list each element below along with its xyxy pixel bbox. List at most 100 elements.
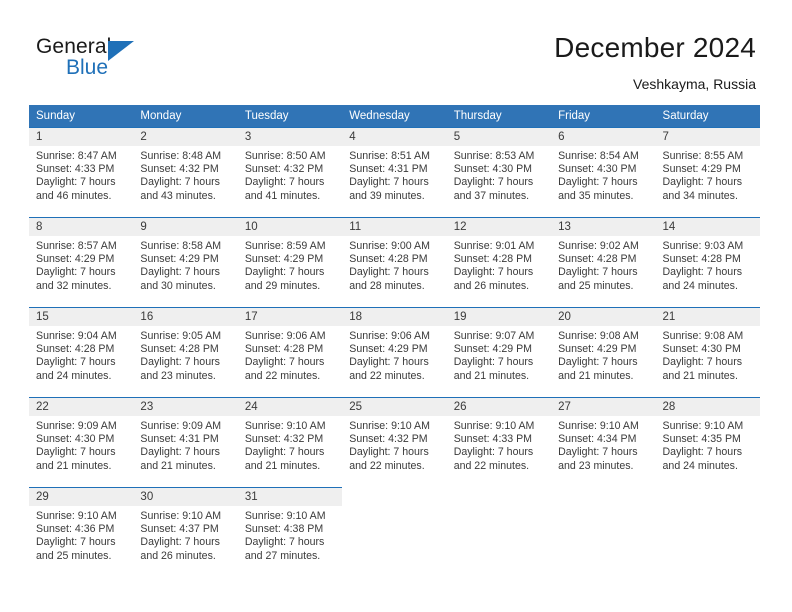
sunset-text: Sunset: 4:33 PM bbox=[36, 163, 115, 176]
calendar-day[interactable]: 21 Sunrise: 9:08 AM Sunset: 4:30 PM Dayligh… bbox=[655, 307, 760, 397]
daylight-text-line2: and 24 minutes. bbox=[662, 459, 738, 472]
sunrise-text: Sunrise: 8:53 AM bbox=[453, 150, 535, 162]
sunset-text: Sunset: 4:34 PM bbox=[558, 433, 637, 446]
calendar-day[interactable]: 24 Sunrise: 9:10 AM Sunset: 4:32 PM Dayligh… bbox=[237, 397, 343, 487]
day-number: 12 bbox=[446, 218, 552, 236]
calendar-day[interactable]: 14 Sunrise: 9:03 AM Sunset: 4:28 PM Dayligh… bbox=[655, 217, 760, 307]
daylight-text-line1: Daylight: 7 hours bbox=[453, 176, 534, 189]
sunset-text: Sunset: 4:29 PM bbox=[36, 253, 115, 266]
calendar-week-row: 22 Sunrise: 9:09 AM Sunset: 4:30 PM Dayligh… bbox=[29, 397, 760, 487]
calendar-day[interactable]: 28 Sunrise: 9:10 AM Sunset: 4:35 PM Dayligh… bbox=[655, 397, 760, 487]
calendar-cell: 17 Sunrise: 9:06 AM Sunset: 4:28 PM Dayligh… bbox=[237, 307, 343, 397]
calendar-day[interactable]: 15 Sunrise: 9:04 AM Sunset: 4:28 PM Dayligh… bbox=[29, 307, 134, 397]
weekday-header-sunday: Sunday bbox=[29, 105, 134, 127]
sunrise-text: Sunrise: 8:54 AM bbox=[558, 150, 639, 162]
calendar-day[interactable]: 8 Sunrise: 8:57 AM Sunset: 4:29 PM Daylight… bbox=[29, 217, 134, 307]
daylight-text-line2: and 26 minutes. bbox=[140, 549, 216, 562]
calendar-cell: 8 Sunrise: 8:57 AM Sunset: 4:29 PM Daylight… bbox=[29, 217, 134, 307]
calendar-day[interactable]: 25 Sunrise: 9:10 AM Sunset: 4:32 PM Dayligh… bbox=[342, 397, 447, 487]
sunrise-text: Sunrise: 8:48 AM bbox=[140, 150, 222, 162]
calendar-day[interactable]: 23 Sunrise: 9:09 AM Sunset: 4:31 PM Dayligh… bbox=[133, 397, 238, 487]
calendar-day[interactable]: 7 Sunrise: 8:55 AM Sunset: 4:29 PM Daylight… bbox=[655, 127, 760, 217]
daylight-text-line1: Daylight: 7 hours bbox=[244, 356, 325, 369]
sunset-text: Sunset: 4:33 PM bbox=[453, 433, 533, 446]
calendar-day[interactable]: 3 Sunrise: 8:50 AM Sunset: 4:32 PM Daylight… bbox=[237, 127, 343, 217]
calendar-cell: 9 Sunrise: 8:58 AM Sunset: 4:29 PM Daylight… bbox=[133, 217, 238, 307]
sunrise-text: Sunrise: 8:50 AM bbox=[244, 150, 326, 162]
daylight-text-line1: Daylight: 7 hours bbox=[36, 266, 116, 279]
daylight-text-line2: and 35 minutes. bbox=[558, 189, 634, 202]
calendar-day[interactable]: 13 Sunrise: 9:02 AM Sunset: 4:28 PM Dayligh… bbox=[551, 217, 656, 307]
sunset-text: Sunset: 4:38 PM bbox=[244, 523, 324, 536]
sunrise-text: Sunrise: 9:10 AM bbox=[349, 420, 430, 432]
calendar-day[interactable]: 2 Sunrise: 8:48 AM Sunset: 4:32 PM Daylight… bbox=[133, 127, 238, 217]
page-header: General Blue December 2024 Veshkayma, Ru… bbox=[0, 0, 792, 100]
daylight-text-line1: Daylight: 7 hours bbox=[349, 176, 429, 189]
daylight-text-line2: and 37 minutes. bbox=[453, 189, 530, 202]
calendar-day[interactable]: 19 Sunrise: 9:07 AM Sunset: 4:29 PM Dayligh… bbox=[446, 307, 552, 397]
calendar-cell: 4 Sunrise: 8:51 AM Sunset: 4:31 PM Daylight… bbox=[342, 127, 447, 217]
sunrise-text: Sunrise: 9:09 AM bbox=[140, 420, 222, 432]
day-sun-info: Sunrise: 9:00 AM Sunset: 4:28 PM Daylight:… bbox=[342, 236, 446, 293]
daylight-text-line1: Daylight: 7 hours bbox=[244, 266, 325, 279]
calendar-day-empty bbox=[446, 487, 552, 577]
sunrise-text: Sunrise: 9:01 AM bbox=[453, 240, 535, 252]
daylight-text-line1: Daylight: 7 hours bbox=[349, 266, 429, 279]
sunset-text: Sunset: 4:28 PM bbox=[36, 343, 115, 356]
calendar-day[interactable]: 10 Sunrise: 8:59 AM Sunset: 4:29 PM Dayligh… bbox=[237, 217, 343, 307]
calendar-day[interactable]: 4 Sunrise: 8:51 AM Sunset: 4:31 PM Daylight… bbox=[342, 127, 447, 217]
daylight-text-line1: Daylight: 7 hours bbox=[453, 446, 534, 459]
calendar-day[interactable]: 29 Sunrise: 9:10 AM Sunset: 4:36 PM Dayligh… bbox=[29, 487, 134, 577]
calendar-week-row: 15 Sunrise: 9:04 AM Sunset: 4:28 PM Dayligh… bbox=[29, 307, 760, 397]
daylight-text-line2: and 32 minutes. bbox=[36, 279, 112, 292]
day-sun-info: Sunrise: 8:59 AM Sunset: 4:29 PM Daylight:… bbox=[238, 236, 342, 293]
day-sun-info: Sunrise: 8:47 AM Sunset: 4:33 PM Daylight:… bbox=[29, 146, 133, 203]
sunset-text: Sunset: 4:29 PM bbox=[558, 343, 637, 356]
calendar-day[interactable]: 5 Sunrise: 8:53 AM Sunset: 4:30 PM Daylight… bbox=[446, 127, 552, 217]
daylight-text-line2: and 39 minutes. bbox=[349, 189, 425, 202]
sunrise-text: Sunrise: 9:04 AM bbox=[36, 330, 117, 342]
calendar-day[interactable]: 12 Sunrise: 9:01 AM Sunset: 4:28 PM Dayligh… bbox=[446, 217, 552, 307]
weekday-header-monday: Monday bbox=[133, 105, 238, 127]
calendar-day[interactable]: 30 Sunrise: 9:10 AM Sunset: 4:37 PM Dayligh… bbox=[133, 487, 238, 577]
weekday-header-row: Sunday Monday Tuesday Wednesday Thursday… bbox=[29, 105, 760, 127]
daylight-text-line1: Daylight: 7 hours bbox=[140, 446, 220, 459]
day-sun-info: Sunrise: 9:06 AM Sunset: 4:29 PM Daylight:… bbox=[342, 326, 446, 383]
brand-logo[interactable]: General Blue bbox=[36, 35, 176, 87]
calendar-day[interactable]: 22 Sunrise: 9:09 AM Sunset: 4:30 PM Dayligh… bbox=[29, 397, 134, 487]
calendar-cell: 3 Sunrise: 8:50 AM Sunset: 4:32 PM Daylight… bbox=[237, 127, 343, 217]
daylight-text-line2: and 22 minutes. bbox=[349, 369, 425, 382]
calendar-day[interactable]: 17 Sunrise: 9:06 AM Sunset: 4:28 PM Dayligh… bbox=[237, 307, 343, 397]
day-number: 13 bbox=[551, 218, 656, 236]
day-sun-info: Sunrise: 9:03 AM Sunset: 4:28 PM Daylight:… bbox=[656, 236, 760, 293]
sunrise-text: Sunrise: 9:10 AM bbox=[558, 420, 639, 432]
calendar-cell: 29 Sunrise: 9:10 AM Sunset: 4:36 PM Dayligh… bbox=[29, 487, 134, 577]
day-number: 21 bbox=[655, 308, 760, 326]
daylight-text-line1: Daylight: 7 hours bbox=[558, 446, 638, 459]
calendar-day[interactable]: 11 Sunrise: 9:00 AM Sunset: 4:28 PM Dayligh… bbox=[342, 217, 447, 307]
daylight-text-line1: Daylight: 7 hours bbox=[662, 176, 743, 189]
calendar-day[interactable]: 6 Sunrise: 8:54 AM Sunset: 4:30 PM Daylight… bbox=[551, 127, 656, 217]
calendar-cell bbox=[446, 487, 552, 577]
calendar-day[interactable]: 9 Sunrise: 8:58 AM Sunset: 4:29 PM Daylight… bbox=[133, 217, 238, 307]
sunset-text: Sunset: 4:28 PM bbox=[140, 343, 219, 356]
calendar-day[interactable]: 31 Sunrise: 9:10 AM Sunset: 4:38 PM Dayligh… bbox=[237, 487, 343, 577]
calendar-day[interactable]: 18 Sunrise: 9:06 AM Sunset: 4:29 PM Dayligh… bbox=[342, 307, 447, 397]
calendar-day[interactable]: 1 Sunrise: 8:47 AM Sunset: 4:33 PM Daylight… bbox=[29, 127, 134, 217]
calendar-day[interactable]: 26 Sunrise: 9:10 AM Sunset: 4:33 PM Dayligh… bbox=[446, 397, 552, 487]
daylight-text-line2: and 21 minutes. bbox=[558, 369, 634, 382]
weekday-header-wednesday: Wednesday bbox=[342, 105, 447, 127]
daylight-text-line2: and 30 minutes. bbox=[140, 279, 216, 292]
daylight-text-line1: Daylight: 7 hours bbox=[453, 356, 534, 369]
sunrise-text: Sunrise: 9:02 AM bbox=[558, 240, 639, 252]
calendar-day[interactable]: 16 Sunrise: 9:05 AM Sunset: 4:28 PM Dayligh… bbox=[133, 307, 238, 397]
day-number: 5 bbox=[446, 128, 552, 146]
calendar-grid: Sunday Monday Tuesday Wednesday Thursday… bbox=[29, 105, 760, 577]
daylight-text-line1: Daylight: 7 hours bbox=[140, 266, 220, 279]
day-sun-info: Sunrise: 9:10 AM Sunset: 4:33 PM Daylight:… bbox=[447, 416, 551, 473]
calendar-cell: 12 Sunrise: 9:01 AM Sunset: 4:28 PM Dayligh… bbox=[446, 217, 552, 307]
calendar-day[interactable]: 20 Sunrise: 9:08 AM Sunset: 4:29 PM Dayligh… bbox=[551, 307, 656, 397]
calendar-day[interactable]: 27 Sunrise: 9:10 AM Sunset: 4:34 PM Dayligh… bbox=[551, 397, 656, 487]
daylight-text-line1: Daylight: 7 hours bbox=[558, 176, 638, 189]
day-sun-info: Sunrise: 9:10 AM Sunset: 4:32 PM Daylight:… bbox=[342, 416, 446, 473]
